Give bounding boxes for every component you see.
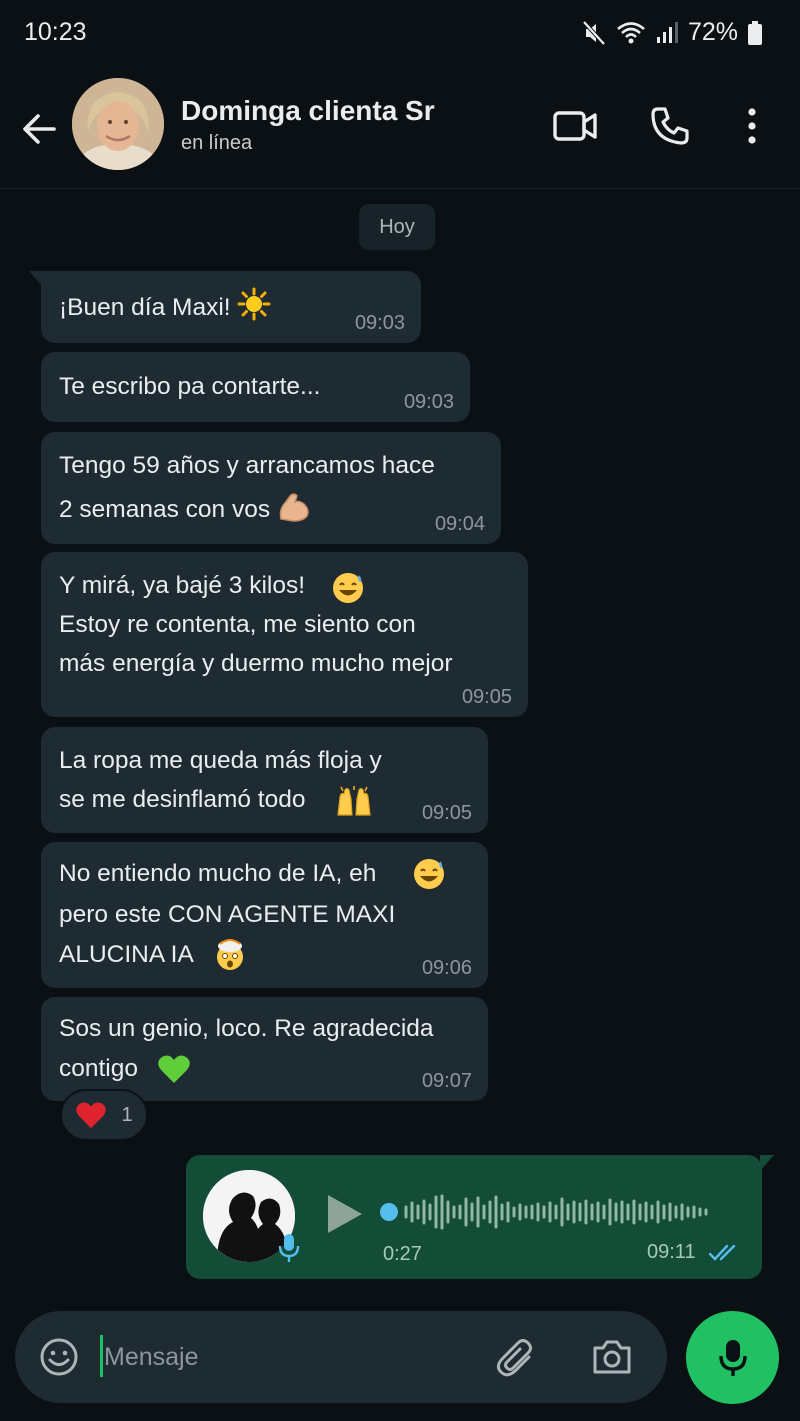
message-time: 09:07 xyxy=(421,1070,472,1092)
message-composer xyxy=(15,1311,667,1403)
contact-avatar[interactable] xyxy=(72,78,164,170)
voice-call-icon[interactable] xyxy=(650,106,690,146)
exploding-head-emoji xyxy=(217,939,243,970)
mic-icon xyxy=(718,1339,747,1376)
mic-icon xyxy=(278,1234,300,1262)
read-receipt-icon xyxy=(708,1244,736,1261)
message-text: ¡Buen día Maxi! xyxy=(59,294,231,321)
grinning-sweat-emoji xyxy=(414,859,444,889)
message-text: Sos un genio, loco. Re agradecida contig… xyxy=(59,1015,434,1082)
emoji-icon[interactable] xyxy=(39,1337,79,1377)
voice-record-button[interactable] xyxy=(686,1311,779,1404)
message-time: 09:05 xyxy=(461,686,512,708)
message-input[interactable] xyxy=(104,1334,464,1380)
incoming-message[interactable]: Sos un genio, loco. Re agradecida contig… xyxy=(41,997,488,1101)
incoming-message[interactable]: Y mirá, ya bajé 3 kilos! Estoy re conten… xyxy=(41,552,528,717)
wifi-icon xyxy=(617,21,645,43)
signal-icon xyxy=(656,21,678,43)
contact-name[interactable]: Dominga clienta Sr xyxy=(181,95,435,127)
green-heart-emoji xyxy=(158,1055,190,1083)
status-bar: 10:23 72% xyxy=(0,0,800,70)
audio-duration: 0:27 xyxy=(383,1243,422,1265)
mute-icon xyxy=(582,20,606,45)
incoming-message[interactable]: No entiendo mucho de IA, eh pero este CO… xyxy=(41,842,488,988)
chat-header: Dominga clienta Sr en línea xyxy=(0,70,800,189)
incoming-message[interactable]: Te escribo pa contarte... 09:03 xyxy=(41,352,470,422)
battery-icon xyxy=(748,20,762,45)
status-time: 10:23 xyxy=(24,18,87,46)
contact-status: en línea xyxy=(181,132,253,154)
outgoing-voice-message[interactable]: 0:27 09:11 xyxy=(186,1155,774,1279)
more-options-icon[interactable] xyxy=(742,106,762,146)
flexed-biceps-emoji xyxy=(279,493,309,522)
date-separator: Hoy xyxy=(359,204,435,250)
message-time: 09:04 xyxy=(434,513,485,535)
video-call-icon[interactable] xyxy=(553,106,597,146)
play-icon[interactable] xyxy=(326,1193,364,1235)
text-cursor xyxy=(100,1335,103,1377)
message-text: Y mirá, ya bajé 3 kilos! Estoy re conten… xyxy=(59,572,453,677)
back-arrow-icon[interactable] xyxy=(18,108,60,150)
message-time: 09:11 xyxy=(647,1241,696,1263)
incoming-message[interactable]: La ropa me queda más floja y se me desin… xyxy=(41,727,488,833)
attach-icon[interactable] xyxy=(495,1337,537,1379)
incoming-message[interactable]: ¡Buen día Maxi! 09:03 xyxy=(29,271,421,343)
message-reaction[interactable]: 1 xyxy=(60,1089,148,1141)
message-time: 09:03 xyxy=(354,312,405,334)
playback-position-handle[interactable] xyxy=(380,1203,398,1221)
status-icons: 72% xyxy=(582,18,762,47)
message-text: Tengo 59 años y arrancamos hace 2 semana… xyxy=(59,452,435,523)
audio-waveform[interactable] xyxy=(404,1193,714,1231)
sun-emoji xyxy=(237,287,271,321)
red-heart-emoji xyxy=(76,1102,107,1129)
message-text: La ropa me queda más floja y se me desin… xyxy=(59,747,382,813)
message-time: 09:05 xyxy=(421,802,472,824)
incoming-message[interactable]: Tengo 59 años y arrancamos hace 2 semana… xyxy=(41,432,501,544)
camera-icon[interactable] xyxy=(591,1337,633,1377)
message-time: 09:03 xyxy=(403,391,454,413)
raising-hands-emoji xyxy=(337,786,371,816)
reaction-count: 1 xyxy=(121,1103,133,1126)
message-time: 09:06 xyxy=(421,957,472,979)
message-text: Te escribo pa contarte... xyxy=(59,373,321,400)
grinning-sweat-emoji xyxy=(333,573,363,603)
battery-percent: 72% xyxy=(687,18,738,46)
